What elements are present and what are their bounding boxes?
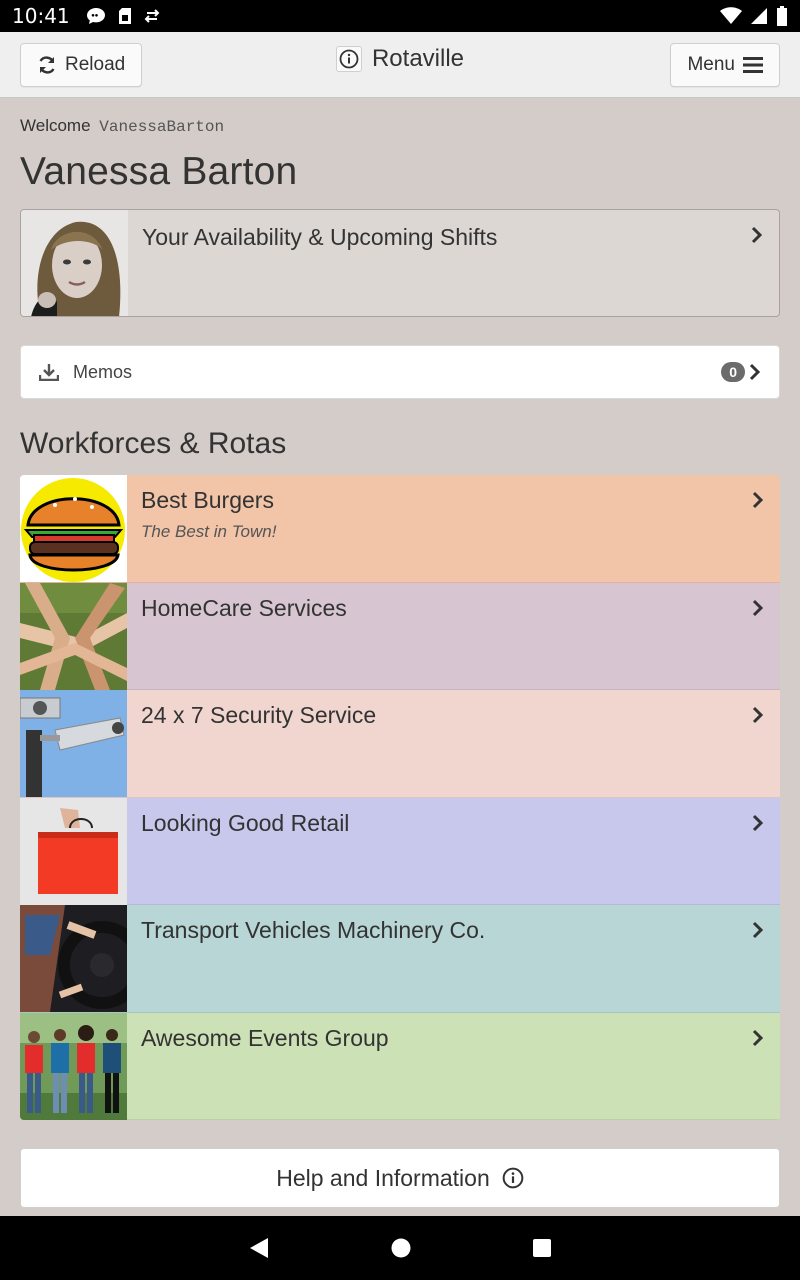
workforce-item-security-service[interactable]: 24 x 7 Security Service (20, 690, 780, 798)
status-bar: 10:41 (0, 0, 800, 32)
status-icons-left (86, 7, 160, 25)
security-camera-thumbnail (20, 690, 127, 797)
help-label: Help and Information (276, 1164, 490, 1191)
wifi-icon (720, 7, 742, 24)
workforce-item-body: Awesome Events Group (127, 1013, 780, 1120)
info-icon (502, 1167, 524, 1189)
workforce-item-homecare-services[interactable]: HomeCare Services (20, 582, 780, 690)
home-icon[interactable] (390, 1237, 412, 1259)
signal-icon (751, 8, 767, 24)
username: VanessaBarton (99, 118, 225, 136)
download-icon (39, 364, 59, 381)
workforce-name: Best Burgers (141, 487, 274, 513)
workforce-name: Transport Vehicles Machinery Co. (141, 917, 486, 943)
workforce-name: 24 x 7 Security Service (141, 702, 377, 728)
workforce-list: Best Burgers The Best in Town! HomeCare … (20, 475, 780, 1120)
chevron-right-icon (752, 599, 764, 616)
workforces-section-title: Workforces & Rotas (20, 427, 287, 460)
user-full-name: Vanessa Barton (20, 150, 298, 193)
workforce-item-looking-good-retail[interactable]: Looking Good Retail (20, 797, 780, 905)
chat-icon (86, 8, 105, 24)
avatar (21, 210, 128, 316)
welcome-line: Welcome VanessaBarton (20, 116, 780, 136)
workforce-item-body: Transport Vehicles Machinery Co. (127, 905, 780, 1012)
sim-card-icon (118, 8, 131, 24)
shopping-bag-thumbnail (20, 797, 127, 905)
chevron-right-icon (752, 814, 764, 831)
workforce-item-transport-vehicles[interactable]: Transport Vehicles Machinery Co. (20, 905, 780, 1013)
memos-right: 0 (721, 362, 761, 382)
workforce-item-body: 24 x 7 Security Service (127, 690, 780, 797)
workforce-item-body: HomeCare Services (127, 583, 780, 690)
info-icon[interactable] (335, 46, 362, 72)
chevron-right-icon (752, 491, 764, 509)
chevron-right-icon (752, 706, 764, 724)
workforce-subtitle: The Best in Town! (141, 522, 277, 541)
sync-icon (144, 9, 160, 23)
team-photo-thumbnail (20, 1012, 127, 1120)
steering-wheel-thumbnail (20, 905, 127, 1012)
app-title-text: Rotaville (371, 45, 465, 72)
battery-icon (777, 6, 787, 26)
hands-thumbnail (20, 582, 127, 690)
workforce-item-body: Looking Good Retail (127, 798, 780, 905)
chevron-right-icon (752, 921, 764, 939)
recents-icon[interactable] (532, 1238, 552, 1258)
burger-thumbnail (20, 475, 127, 582)
help-and-information-button[interactable]: Help and Information (20, 1148, 780, 1208)
menu-label: Menu (687, 54, 735, 75)
system-nav-bar (0, 1216, 800, 1280)
workforce-name: Looking Good Retail (141, 809, 350, 836)
availability-card-body: Your Availability & Upcoming Shifts (128, 210, 779, 316)
welcome-label: Welcome (20, 116, 91, 135)
availability-card[interactable]: Your Availability & Upcoming Shifts (20, 209, 780, 317)
chevron-right-icon (751, 226, 763, 244)
main-content: Welcome VanessaBarton Vanessa Barton You… (20, 98, 780, 1208)
menu-button[interactable]: Menu (670, 43, 780, 87)
hamburger-icon (743, 57, 763, 73)
workforce-item-body: Best Burgers The Best in Town! (127, 475, 780, 582)
status-icons-right (720, 6, 788, 26)
memos-count-badge: 0 (721, 362, 745, 382)
app-header: Reload Rotaville Menu (0, 32, 800, 98)
memos-row[interactable]: Memos 0 (20, 345, 780, 399)
memos-label: Memos (73, 361, 133, 382)
workforce-item-best-burgers[interactable]: Best Burgers The Best in Town! (20, 475, 780, 583)
workforce-name: Awesome Events Group (141, 1024, 389, 1051)
status-time: 10:41 (12, 4, 70, 28)
availability-title: Your Availability & Upcoming Shifts (142, 224, 498, 250)
workforce-item-awesome-events[interactable]: Awesome Events Group (20, 1012, 780, 1120)
chevron-right-icon (749, 363, 761, 381)
back-icon[interactable] (248, 1236, 270, 1260)
chevron-right-icon (752, 1029, 764, 1046)
workforce-name: HomeCare Services (141, 594, 347, 621)
